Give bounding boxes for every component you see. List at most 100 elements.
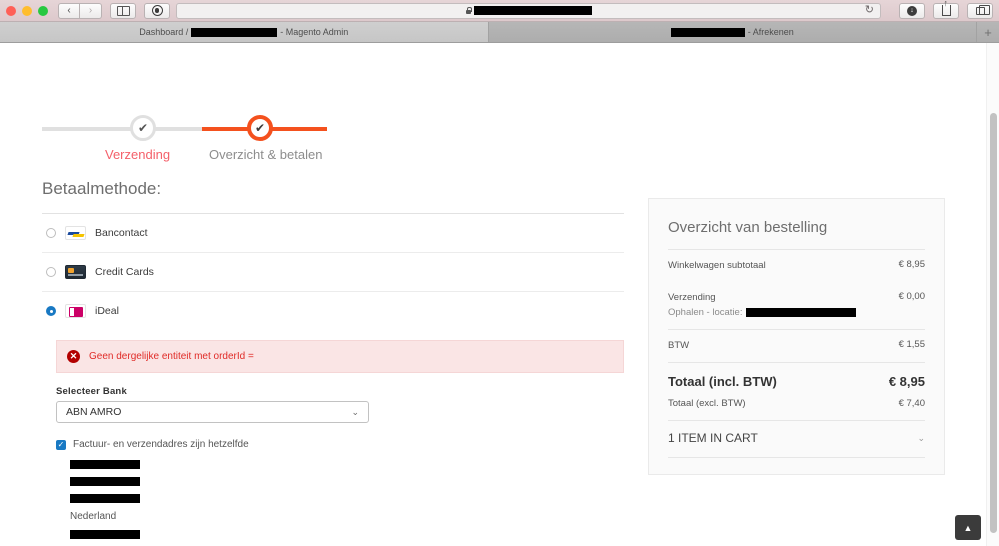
browser-chrome: ‹ › ↻ ↓ ↑ Dashboard / - Magento Admin - … — [0, 0, 999, 43]
browser-tab-afrekenen[interactable]: - Afrekenen — [488, 22, 977, 42]
same-address-label: Factuur- en verzendadres zijn hetzelfde — [73, 439, 249, 450]
error-message-text: Geen dergelijke entiteit met orderId = — [89, 351, 254, 362]
share-glyph-icon — [941, 0, 951, 16]
bank-select-dropdown[interactable]: ABN AMRO ⌄ — [56, 401, 369, 423]
bancontact-logo-icon — [65, 226, 86, 240]
summary-row-label: Verzending — [668, 292, 716, 304]
billing-address-block: Nederland — [70, 460, 624, 539]
summary-row-shipping: Verzending Ophalen - locatie: € 0,00 — [668, 282, 925, 329]
page-scrollbar[interactable] — [986, 43, 999, 546]
error-message-box: ✕ Geen dergelijke entiteit met orderId = — [56, 340, 624, 373]
bank-select-value: ABN AMRO — [66, 406, 122, 418]
summary-row-label: Winkelwagen subtotaal — [668, 260, 766, 271]
summary-row-sublabel-group: Ophalen - locatie: — [668, 306, 857, 320]
url-redacted-text — [473, 6, 592, 15]
address-bar-area: ↻ — [136, 2, 887, 19]
summary-row-label-group: Verzending Ophalen - locatie: — [668, 291, 857, 320]
radio-bancontact[interactable] — [46, 228, 56, 238]
payment-option-ideal[interactable]: iDeal — [42, 292, 624, 330]
credit-card-logo-icon — [65, 265, 86, 279]
maximize-window-button[interactable] — [38, 5, 48, 16]
toolbar-right-icons: ↓ — [891, 0, 993, 19]
summary-total-incl-tax: Totaal (incl. BTW) € 8,95 — [668, 362, 925, 395]
payment-option-label: Bancontact — [95, 227, 148, 239]
error-icon: ✕ — [67, 350, 80, 363]
summary-total-excl-tax: Totaal (excl. BTW) € 7,40 — [668, 395, 925, 420]
reader-view-icon[interactable] — [144, 2, 170, 19]
lock-icon — [465, 7, 472, 14]
payment-option-label: Credit Cards — [95, 266, 154, 278]
payment-option-bancontact[interactable]: Bancontact — [42, 214, 624, 253]
section-title-payment: Betaalmethode: — [42, 179, 624, 214]
tab-title-suffix: - Afrekenen — [747, 27, 794, 37]
chevron-down-icon: ⌄ — [351, 406, 359, 417]
payment-option-credit-cards[interactable]: Credit Cards — [42, 253, 624, 292]
sidebar-toggle-icon[interactable] — [110, 2, 136, 19]
summary-row-value: € 0,00 — [898, 291, 925, 303]
tab-title-redacted — [670, 27, 745, 37]
new-tab-button[interactable]: + — [977, 22, 999, 42]
minimize-window-button[interactable] — [22, 5, 32, 16]
progress-step-review-node[interactable]: ✔ — [247, 115, 273, 141]
url-input[interactable]: ↻ — [176, 2, 881, 19]
same-address-checkbox-row[interactable]: ✓ Factuur- en verzendadres zijn hetzelfd… — [56, 439, 624, 450]
order-summary-panel: Overzicht van bestelling Winkelwagen sub… — [648, 198, 945, 475]
reader-glyph-icon — [151, 5, 163, 16]
payment-method-section: Betaalmethode: Bancontact Credit Cards i… — [42, 179, 624, 546]
sidebar-glyph-icon — [116, 5, 130, 16]
address-country: Nederland — [70, 511, 117, 522]
summary-total-ex-value: € 7,40 — [898, 398, 925, 409]
order-summary-title: Overzicht van bestelling — [668, 219, 925, 250]
payment-option-label: iDeal — [95, 305, 119, 317]
url-content — [465, 6, 592, 15]
progress-track: ✔ ✔ — [42, 115, 342, 143]
navigation-buttons: ‹ › — [58, 2, 102, 19]
tab-bar: Dashboard / - Magento Admin - Afrekenen … — [0, 22, 999, 43]
window-controls — [6, 5, 48, 16]
progress-step-label-review[interactable]: Overzicht & betalen — [209, 147, 322, 162]
download-glyph-icon: ↓ — [907, 5, 917, 16]
ideal-logo-icon — [65, 304, 86, 318]
summary-row-value: € 8,95 — [898, 259, 925, 270]
scrollbar-thumb[interactable] — [990, 113, 997, 533]
share-icon[interactable] — [933, 0, 959, 19]
radio-ideal[interactable] — [46, 306, 56, 316]
cart-items-label: 1 ITEM IN CART — [668, 431, 758, 445]
downloads-icon[interactable]: ↓ — [899, 2, 925, 19]
close-window-button[interactable] — [6, 5, 16, 16]
checkout-progress-bar: ✔ ✔ Verzending Overzicht & betalen — [42, 115, 342, 167]
reload-icon[interactable]: ↻ — [865, 5, 874, 16]
radio-credit-cards[interactable] — [46, 267, 56, 277]
pickup-location-redacted — [746, 308, 857, 318]
forward-icon[interactable]: › — [80, 2, 102, 19]
tab-title-redacted — [191, 27, 278, 37]
bank-select-label: Selecteer Bank — [56, 386, 127, 397]
summary-row-tax: BTW € 1,55 — [668, 328, 925, 362]
address-line-redacted — [70, 460, 140, 469]
progress-step-shipping-node[interactable]: ✔ — [130, 115, 156, 141]
address-line-redacted — [70, 477, 140, 486]
tab-overview-icon[interactable] — [967, 2, 993, 19]
checkout-page: ✔ ✔ Verzending Overzicht & betalen Betaa… — [0, 43, 999, 546]
summary-row-label: BTW — [668, 339, 690, 351]
address-line-redacted — [70, 494, 140, 503]
cart-items-toggle[interactable]: 1 ITEM IN CART ⌄ — [668, 420, 925, 458]
scroll-to-top-button[interactable]: ▲ — [955, 515, 981, 540]
check-icon: ✔ — [137, 121, 149, 135]
address-phone-redacted — [70, 530, 140, 539]
summary-total-ex-label: Totaal (excl. BTW) — [668, 398, 746, 409]
tab-title-suffix: - Magento Admin — [280, 27, 349, 37]
tab-title-prefix: Dashboard / — [139, 27, 189, 37]
summary-total-value: € 8,95 — [888, 374, 925, 389]
browser-toolbar: ‹ › ↻ ↓ — [0, 0, 999, 22]
progress-step-label-shipping[interactable]: Verzending — [105, 147, 170, 162]
summary-row-value: € 1,55 — [898, 338, 925, 350]
back-icon[interactable]: ‹ — [58, 2, 80, 19]
progress-segment-completed — [42, 127, 202, 131]
summary-total-label: Totaal (incl. BTW) — [668, 374, 777, 389]
tabs-glyph-icon — [975, 4, 990, 15]
check-icon: ✔ — [254, 121, 266, 135]
browser-tab-magento-admin[interactable]: Dashboard / - Magento Admin — [0, 22, 489, 42]
checkbox-same-address[interactable]: ✓ — [56, 439, 66, 450]
chevron-up-icon: ▲ — [963, 522, 973, 533]
